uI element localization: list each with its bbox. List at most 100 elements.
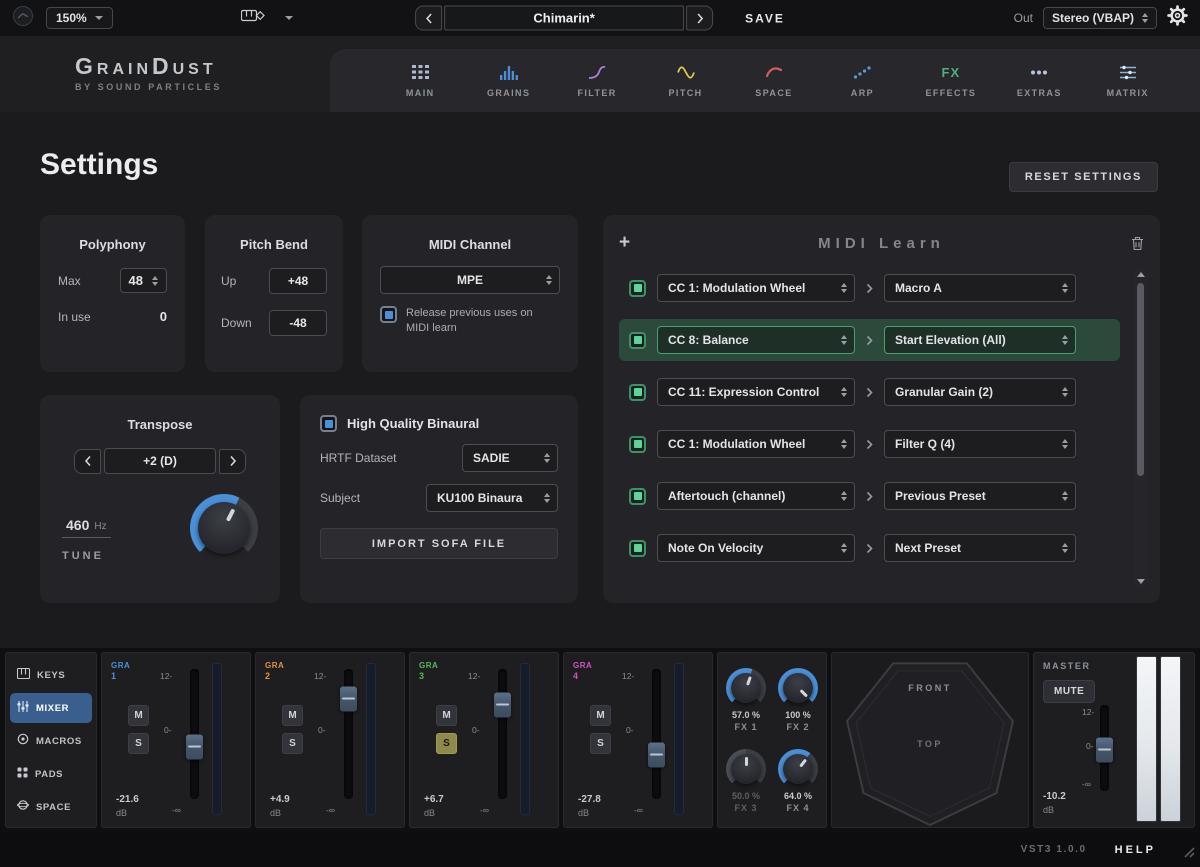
solo-button-active[interactable]: S — [436, 733, 457, 754]
tab-space[interactable]: SPACE — [743, 64, 805, 98]
midi-target-select[interactable]: Previous Preset — [884, 482, 1076, 510]
channel-fader[interactable] — [652, 669, 661, 799]
nav-pads[interactable]: PADS — [10, 759, 92, 789]
midi-target-select[interactable]: Granular Gain (2) — [884, 378, 1076, 406]
polyphony-card: Polyphony Max 48 In use 0 — [40, 215, 185, 372]
resize-grip-icon[interactable] — [1181, 844, 1195, 863]
select-chevrons-icon — [1062, 491, 1068, 501]
reset-settings-button[interactable]: RESET SETTINGS — [1009, 162, 1158, 192]
midi-device-icon[interactable] — [241, 8, 265, 28]
tune-value[interactable]: 460 — [66, 517, 89, 533]
channel-fader[interactable] — [190, 669, 199, 799]
scrollbar[interactable] — [1133, 267, 1148, 589]
preset-name-field[interactable]: Chimarin* — [444, 6, 684, 31]
mapping-enabled-checkbox[interactable] — [629, 436, 646, 453]
nav-macros[interactable]: MACROS — [10, 726, 92, 756]
add-mapping-button[interactable]: + — [619, 232, 647, 254]
tab-effects[interactable]: FX EFFECTS — [920, 64, 982, 98]
nav-mixer[interactable]: MIXER — [10, 693, 92, 723]
fx2-knob[interactable] — [778, 668, 818, 708]
graindust-plugin-window: 150% Chimarin* SAVE Out Stereo (VBAP) — [0, 0, 1200, 867]
tune-knob[interactable] — [190, 494, 258, 562]
midi-source-select[interactable]: Aftertouch (channel) — [657, 482, 855, 510]
hq-binaural-checkbox[interactable] — [320, 415, 337, 432]
tab-matrix[interactable]: MATRIX — [1097, 64, 1159, 98]
midi-target-select[interactable]: Filter Q (4) — [884, 430, 1076, 458]
import-sofa-button[interactable]: IMPORT SOFA FILE — [320, 528, 558, 559]
scroll-up-icon[interactable] — [1137, 272, 1145, 277]
midi-target-select[interactable]: Macro A — [884, 274, 1076, 302]
solo-button[interactable]: S — [282, 733, 303, 754]
fx4-knob[interactable] — [778, 749, 818, 789]
trash-icon[interactable] — [1116, 236, 1144, 251]
settings-gear-icon[interactable] — [1167, 5, 1188, 31]
app-header: GrainDust BY SOUND PARTICLES MAIN GRAINS… — [0, 36, 1200, 112]
hrtf-dataset-label: HRTF Dataset — [320, 451, 396, 465]
midi-channel-select[interactable]: MPE — [380, 266, 560, 294]
midi-source-select[interactable]: CC 1: Modulation Wheel — [657, 430, 855, 458]
zoom-select[interactable]: 150% — [46, 7, 113, 29]
fx1-knob[interactable] — [726, 668, 766, 708]
select-chevrons-icon — [1062, 335, 1068, 345]
output-format-select[interactable]: Stereo (VBAP) — [1043, 7, 1157, 29]
fader-handle[interactable] — [186, 735, 203, 760]
previous-preset-button[interactable] — [415, 6, 442, 31]
nav-space[interactable]: SPACE — [10, 792, 92, 822]
next-preset-button[interactable] — [686, 6, 713, 31]
tab-grains[interactable]: GRAINS — [478, 64, 540, 98]
solo-button[interactable]: S — [590, 733, 611, 754]
tab-extras[interactable]: EXTRAS — [1008, 64, 1070, 98]
fader-handle[interactable] — [340, 686, 357, 711]
space-visualizer[interactable]: FRONT TOP — [831, 652, 1029, 828]
mute-button[interactable]: M — [282, 705, 303, 726]
mapping-enabled-checkbox[interactable] — [629, 540, 646, 557]
scrollbar-thumb[interactable] — [1137, 283, 1144, 476]
mapping-enabled-checkbox[interactable] — [629, 280, 646, 297]
mute-button[interactable]: M — [436, 705, 457, 726]
fader-handle[interactable] — [494, 693, 511, 718]
midi-source-select[interactable]: CC 8: Balance — [657, 326, 855, 354]
master-mute-button[interactable]: MUTE — [1043, 680, 1095, 703]
midi-source-select[interactable]: CC 11: Expression Control — [657, 378, 855, 406]
transpose-down-button[interactable] — [74, 449, 101, 474]
max-polyphony-stepper[interactable]: 48 — [120, 268, 167, 293]
channel-fader[interactable] — [344, 669, 353, 799]
hrtf-dataset-select[interactable]: SADIE — [462, 444, 558, 472]
tab-pitch[interactable]: PITCH — [655, 64, 717, 98]
mapping-enabled-checkbox[interactable] — [629, 488, 646, 505]
chevron-right-icon — [696, 12, 704, 24]
save-button[interactable]: SAVE — [745, 11, 785, 25]
tab-main[interactable]: MAIN — [389, 64, 451, 98]
mapping-enabled-checkbox[interactable] — [629, 332, 646, 349]
tab-arp[interactable]: ARP — [831, 64, 893, 98]
subject-select[interactable]: KU100 Binaura — [426, 484, 558, 512]
mapping-enabled-checkbox[interactable] — [629, 384, 646, 401]
transpose-up-button[interactable] — [219, 449, 246, 474]
mute-button[interactable]: M — [590, 705, 611, 726]
tab-filter[interactable]: FILTER — [566, 64, 628, 98]
app-logo-icon — [12, 5, 34, 32]
transpose-value[interactable]: +2 (D) — [104, 448, 216, 474]
pitch-bend-card: Pitch Bend Up +48 Down -48 — [205, 215, 343, 372]
midi-source-select[interactable]: Note On Velocity — [657, 534, 855, 562]
bend-down-value[interactable]: -48 — [269, 310, 327, 336]
midi-source-select[interactable]: CC 1: Modulation Wheel — [657, 274, 855, 302]
midi-target-select[interactable]: Start Elevation (All) — [884, 326, 1076, 354]
solo-button[interactable]: S — [128, 733, 149, 754]
scroll-down-icon[interactable] — [1137, 579, 1145, 584]
mute-button[interactable]: M — [128, 705, 149, 726]
select-chevrons-icon — [544, 453, 550, 463]
master-fader[interactable] — [1100, 705, 1109, 791]
midi-target-select[interactable]: Next Preset — [884, 534, 1076, 562]
master-meter-right — [1160, 656, 1181, 822]
help-button[interactable]: HELP — [1115, 844, 1156, 856]
bend-up-value[interactable]: +48 — [269, 268, 327, 294]
device-chevron-down-icon[interactable] — [285, 16, 293, 20]
channel-fader[interactable] — [498, 669, 507, 799]
page-title: Settings — [40, 148, 158, 182]
release-previous-checkbox[interactable] — [380, 306, 397, 323]
fader-handle[interactable] — [1096, 737, 1113, 762]
fader-handle[interactable] — [648, 742, 665, 767]
fx3-knob[interactable] — [726, 749, 766, 789]
nav-keys[interactable]: KEYS — [10, 660, 92, 690]
